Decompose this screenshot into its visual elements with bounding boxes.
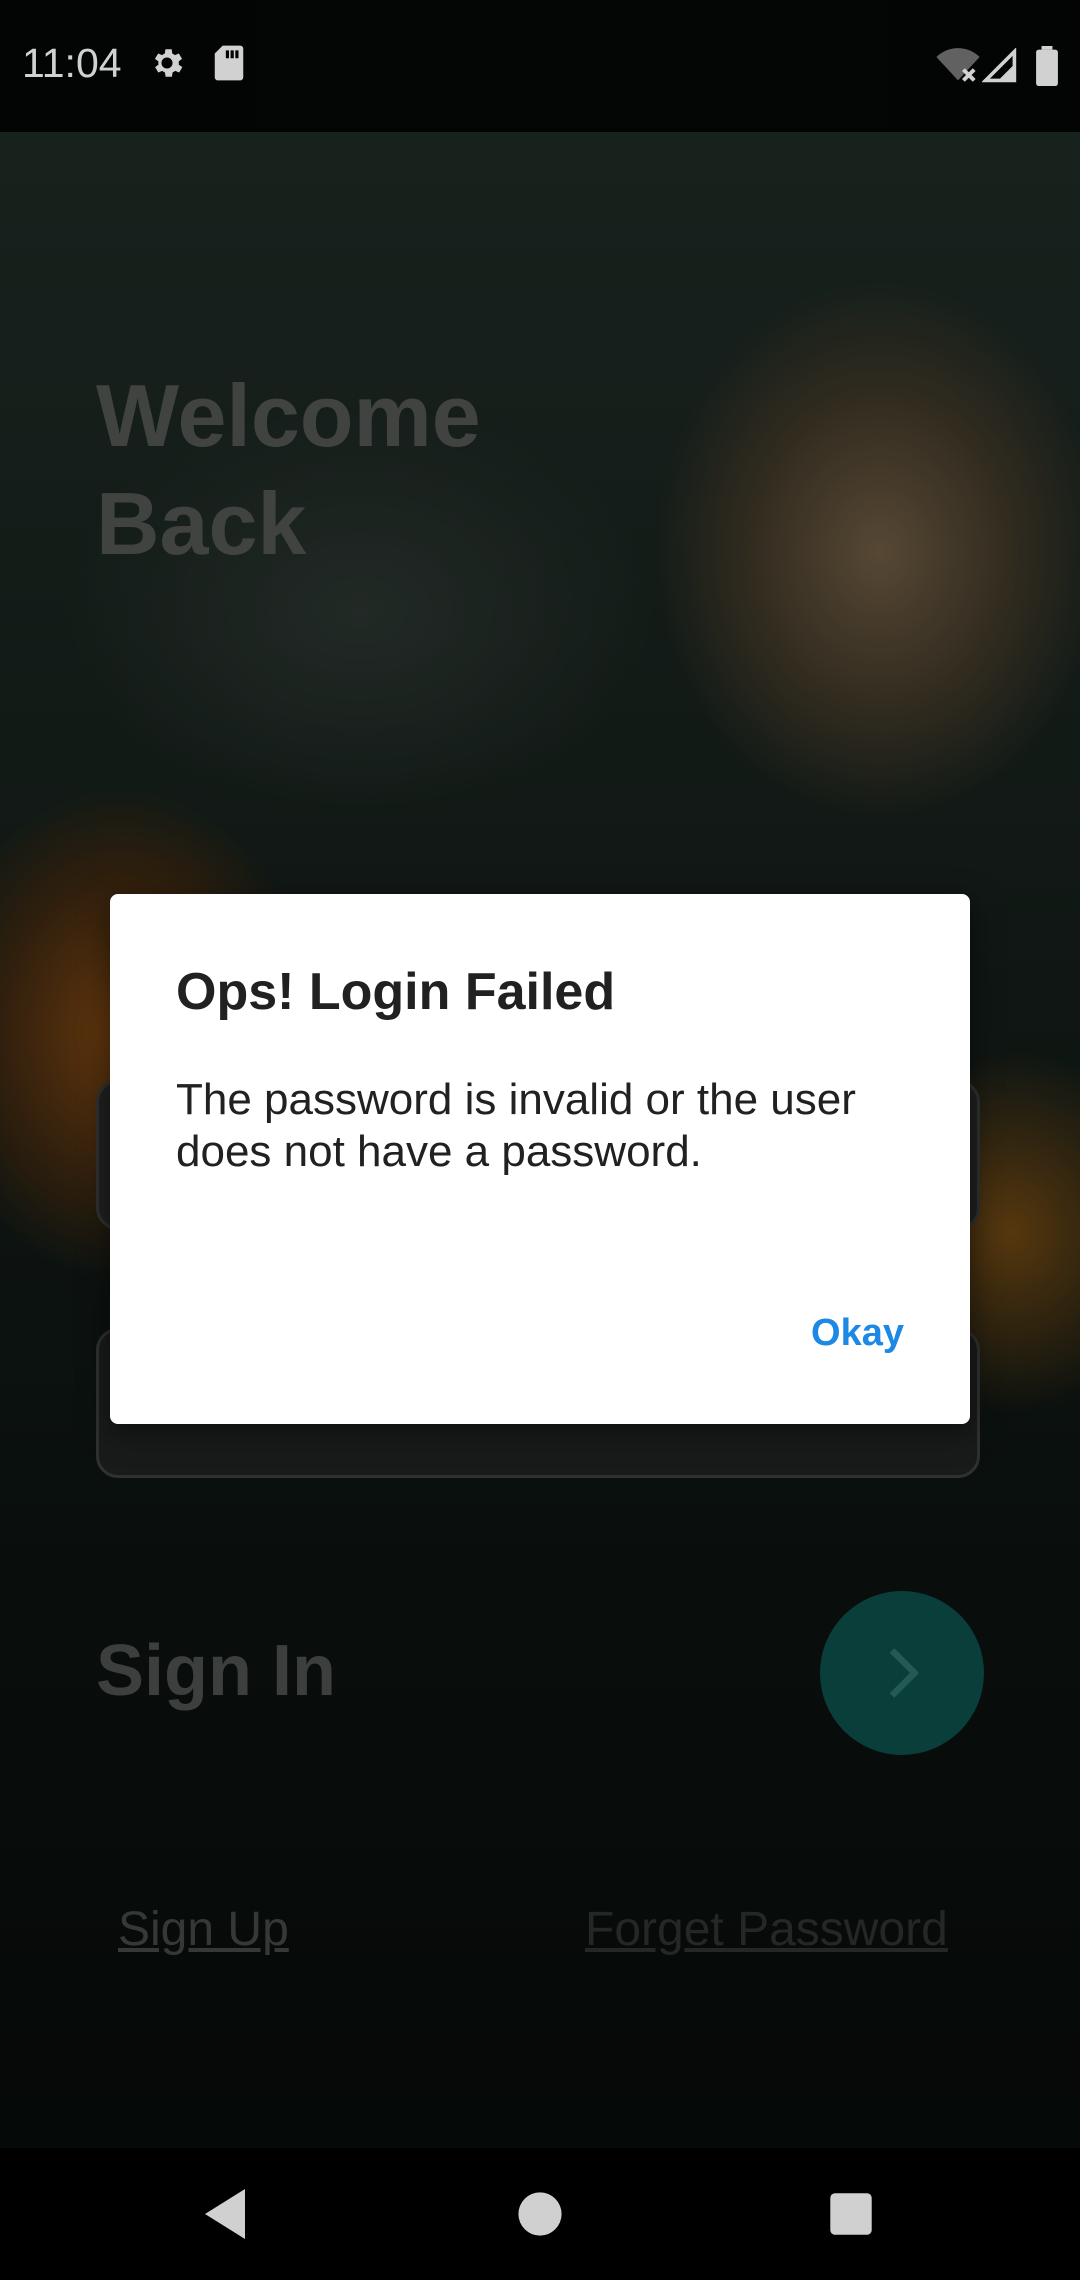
recents-icon[interactable] bbox=[828, 2184, 874, 2249]
home-icon[interactable] bbox=[516, 2184, 564, 2249]
okay-button[interactable]: Okay bbox=[811, 1312, 904, 1355]
back-icon[interactable] bbox=[200, 2184, 250, 2249]
login-failed-dialog: Ops! Login Failed The password is invali… bbox=[110, 894, 970, 1424]
dialog-message: The password is invalid or the user does… bbox=[176, 1075, 856, 1176]
navigation-bar bbox=[0, 2148, 1080, 2280]
dialog-title: Ops! Login Failed bbox=[176, 963, 616, 1021]
